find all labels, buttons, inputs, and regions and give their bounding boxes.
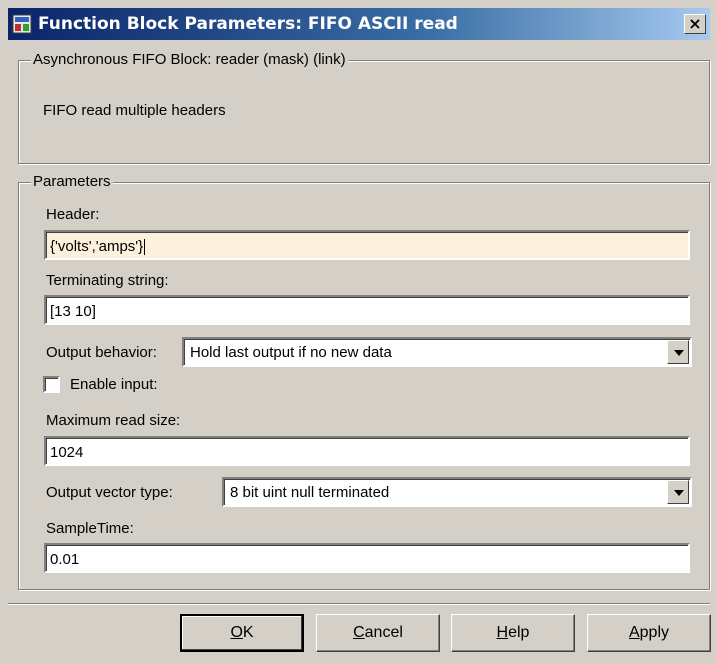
text-caret — [144, 239, 146, 256]
ok-mnemonic: O — [230, 624, 243, 641]
help-button[interactable]: Help — [451, 614, 575, 652]
cancel-button[interactable]: Cancel — [316, 614, 440, 652]
maximum-read-size-value: 1024 — [50, 444, 84, 461]
apply-mnemonic: A — [628, 624, 640, 641]
enable-input-label[interactable]: Enable input: — [70, 376, 158, 393]
title-bar[interactable]: Function Block Parameters: FIFO ASCII re… — [8, 8, 710, 40]
cancel-label-rest: ancel — [364, 624, 403, 641]
parameters-group-title: Parameters — [31, 173, 113, 190]
output-behavior-value: Hold last output if no new data — [190, 344, 392, 361]
block-description: FIFO read multiple headers — [43, 102, 226, 119]
button-separator — [8, 603, 710, 605]
function-block-parameters-dialog: Function Block Parameters: FIFO ASCII re… — [0, 0, 716, 664]
output-vector-type-value: 8 bit uint null terminated — [230, 484, 390, 501]
chevron-down-icon[interactable] — [667, 340, 689, 364]
terminating-string-value: [13 10] — [50, 303, 96, 320]
header-label: Header: — [46, 206, 100, 223]
close-icon[interactable]: × — [684, 14, 706, 34]
ok-label-rest: K — [242, 624, 254, 641]
sample-time-label: SampleTime: — [46, 520, 134, 537]
maximum-read-size-label: Maximum read size: — [46, 412, 181, 429]
terminating-string-field[interactable]: [13 10] — [44, 295, 690, 325]
output-behavior-select[interactable]: Hold last output if no new data — [182, 337, 692, 367]
enable-input-checkbox[interactable] — [43, 376, 60, 393]
help-mnemonic: H — [496, 624, 509, 641]
sample-time-field[interactable]: 0.01 — [44, 543, 690, 573]
header-field-value: {'volts','amps'} — [50, 238, 144, 255]
apply-button[interactable]: Apply — [587, 614, 711, 652]
header-field[interactable]: {'volts','amps'} — [44, 230, 690, 260]
sample-time-value: 0.01 — [50, 551, 80, 568]
description-group-title: Asynchronous FIFO Block: reader (mask) (… — [31, 51, 348, 68]
window-title: Function Block Parameters: FIFO ASCII re… — [38, 14, 458, 34]
apply-label-rest: pply — [639, 624, 670, 641]
chevron-down-icon[interactable] — [667, 480, 689, 504]
simulink-block-icon — [12, 14, 32, 34]
output-behavior-label: Output behavior: — [46, 344, 157, 361]
help-label-rest: elp — [508, 624, 530, 641]
ok-button[interactable]: OK — [180, 614, 304, 652]
cancel-mnemonic: C — [353, 624, 365, 641]
maximum-read-size-field[interactable]: 1024 — [44, 436, 690, 466]
output-vector-type-select[interactable]: 8 bit uint null terminated — [222, 477, 692, 507]
terminating-string-label: Terminating string: — [46, 272, 169, 289]
output-vector-type-label: Output vector type: — [46, 484, 173, 501]
description-group: Asynchronous FIFO Block: reader (mask) (… — [18, 51, 710, 164]
